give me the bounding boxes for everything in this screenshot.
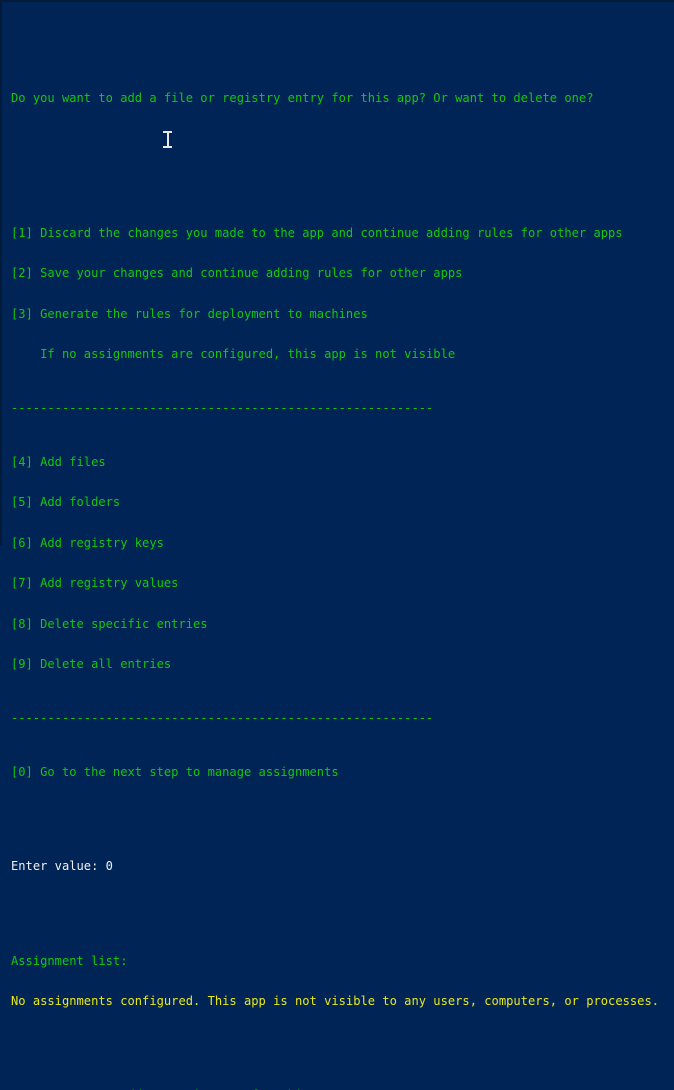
assignment-list-header: Assignment list:: [11, 953, 128, 968]
assignment-list-status: No assignments configured. This app is n…: [11, 994, 660, 1009]
menu-item-next-step-assignments[interactable]: [0] Go to the next step to manage assign…: [11, 765, 674, 779]
menu-note-no-assignments: If no assignments are configured, this a…: [11, 347, 456, 361]
menu-item-add-folders[interactable]: [5] Add folders: [11, 495, 674, 509]
menu-item-add-files[interactable]: [4] Add files: [11, 455, 674, 469]
menu-item-save-changes[interactable]: [2] Save your changes and continue addin…: [11, 266, 674, 280]
menu-item-delete-all-entries[interactable]: [9] Delete all entries: [11, 657, 674, 671]
menu-item-discard-changes[interactable]: [1] Discard the changes you made to the …: [11, 226, 674, 240]
separator-line: ----------------------------------------…: [11, 400, 434, 415]
menu-item-add-registry-values[interactable]: [7] Add registry values: [11, 576, 674, 590]
section1-prompt: Do you want to add a file or registry en…: [11, 90, 594, 105]
powershell-console[interactable]: Do you want to add a file or registry en…: [0, 0, 674, 1090]
menu-item-add-registry-keys[interactable]: [6] Add registry keys: [11, 536, 674, 550]
menu-item-delete-specific-entries[interactable]: [8] Delete specific entries: [11, 617, 674, 631]
enter-value-prompt-1[interactable]: Enter value: 0: [11, 859, 674, 873]
section2-prompt: Do you want to add an assignment for thi…: [11, 1088, 674, 1090]
separator-line: ----------------------------------------…: [11, 710, 434, 725]
menu-item-generate-rules[interactable]: [3] Generate the rules for deployment to…: [11, 307, 674, 321]
